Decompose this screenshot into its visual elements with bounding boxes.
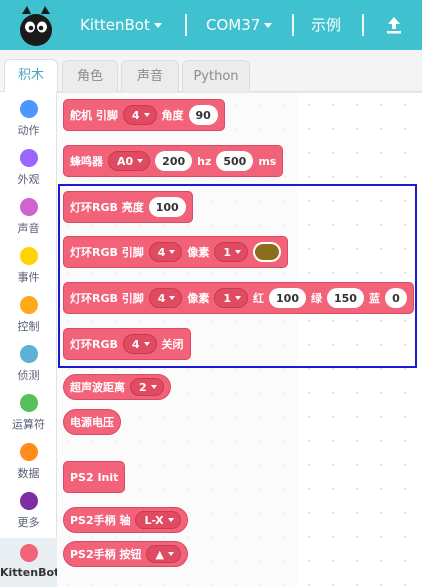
category-data[interactable]: 数据 [0,443,57,481]
dropdown-value: A0 [117,154,134,168]
dropdown-arrow-icon [150,385,157,389]
category-sound[interactable]: 声音 [0,198,57,236]
dropdown-value: 4 [131,108,140,122]
ultrasonic-distance-block[interactable]: 超声波距离 2 [63,374,171,400]
category-events[interactable]: 事件 [0,247,57,285]
chevron-down-icon [264,23,273,28]
buzzer-block[interactable]: 蜂鸣器 A0 200 hz 500 ms [63,145,284,177]
category-label: 侦测 [17,369,40,382]
category-control[interactable]: 控制 [0,296,57,334]
pin-dropdown[interactable]: A0 [108,151,151,171]
top-menu-bar: KittenBot COM37 示例 [0,0,422,50]
block-text: 超声波距离 [70,381,125,394]
category-dot-icon [19,492,38,510]
category-sensing[interactable]: 侦测 [0,345,57,383]
category-kittenbot[interactable]: KittenBot [0,538,60,587]
ps2-init-block[interactable]: PS2 Init [63,461,126,493]
category-menu: 动作 外观 声音 事件 控制 侦测 运算符 数据 更多 KittenBot [0,92,60,587]
tab-python[interactable]: Python [182,60,250,92]
category-operators[interactable]: 运算符 [0,394,57,432]
menu-divider [292,14,294,36]
pin-dropdown[interactable]: 4 [122,105,157,125]
angle-input[interactable]: 90 [188,105,218,125]
category-label: KittenBot [0,566,60,579]
category-dot-icon [19,100,38,118]
category-looks[interactable]: 外观 [0,149,57,187]
block-text: hz [197,154,212,168]
duration-input[interactable]: 500 [216,151,254,171]
servo-angle-block[interactable]: 舵机 引脚 4 角度 90 [63,99,225,131]
dropdown-value: ▲ [155,547,164,561]
highlight-box [58,184,417,368]
category-more[interactable]: 更多 [0,492,57,530]
block-text: PS2手柄 按钮 [70,548,142,561]
category-label: 控制 [17,320,40,333]
brand-menu-label: KittenBot [80,16,150,34]
tab-sprites[interactable]: 角色 [62,60,118,92]
category-dot-icon [19,198,38,216]
dropdown-value: 2 [139,380,147,394]
chevron-down-icon [153,23,162,28]
editor-tabs: 积木 角色 声音 Python [0,50,422,93]
category-label: 事件 [17,271,40,284]
category-dot-icon [19,443,38,461]
category-label: 声音 [17,222,40,235]
category-label: 数据 [17,467,40,480]
battery-voltage-block[interactable]: 电源电压 [63,409,121,435]
tab-sounds[interactable]: 声音 [121,60,179,92]
port-menu-label: COM37 [206,16,261,34]
frequency-input[interactable]: 200 [155,151,193,171]
dropdown-arrow-icon [167,552,174,556]
block-text: ms [258,154,277,168]
dropdown-arrow-icon [143,113,150,117]
kittenbot-logo-icon[interactable] [14,4,58,48]
category-label: 动作 [17,124,40,137]
ps2-button-block[interactable]: PS2手柄 按钮 ▲ [63,541,188,567]
block-text: 舵机 引脚 [70,109,118,122]
category-label: 更多 [17,516,40,529]
tab-blocks[interactable]: 积木 [4,59,58,93]
category-dot-icon [19,345,38,363]
ps2-axis-block[interactable]: PS2手柄 轴 L-X [63,507,188,533]
dropdown-arrow-icon [137,159,144,163]
axis-dropdown[interactable]: L-X [135,511,181,529]
menu-divider [362,14,364,36]
block-text: PS2手柄 轴 [70,514,131,527]
category-motion[interactable]: 动作 [0,100,57,138]
block-text: PS2 Init [70,470,119,484]
examples-menu[interactable]: 示例 [311,0,341,50]
upload-icon[interactable] [384,15,404,35]
dropdown-value: L-X [144,513,164,527]
category-label: 运算符 [12,418,45,431]
category-dot-icon [19,394,38,412]
button-dropdown[interactable]: ▲ [146,545,181,563]
block-text: 电源电压 [70,416,114,429]
dropdown-arrow-icon [167,518,174,522]
category-dot-icon [19,296,38,314]
brand-menu[interactable]: KittenBot [80,0,162,50]
block-text: 蜂鸣器 [70,155,103,168]
pin-dropdown[interactable]: 2 [130,378,164,396]
category-dot-icon [19,149,38,167]
category-label: 外观 [17,173,40,186]
block-text: 角度 [161,109,184,122]
port-menu[interactable]: COM37 [206,0,273,50]
category-dot-icon [19,544,38,562]
menu-divider [185,14,187,36]
category-dot-icon [19,247,38,265]
